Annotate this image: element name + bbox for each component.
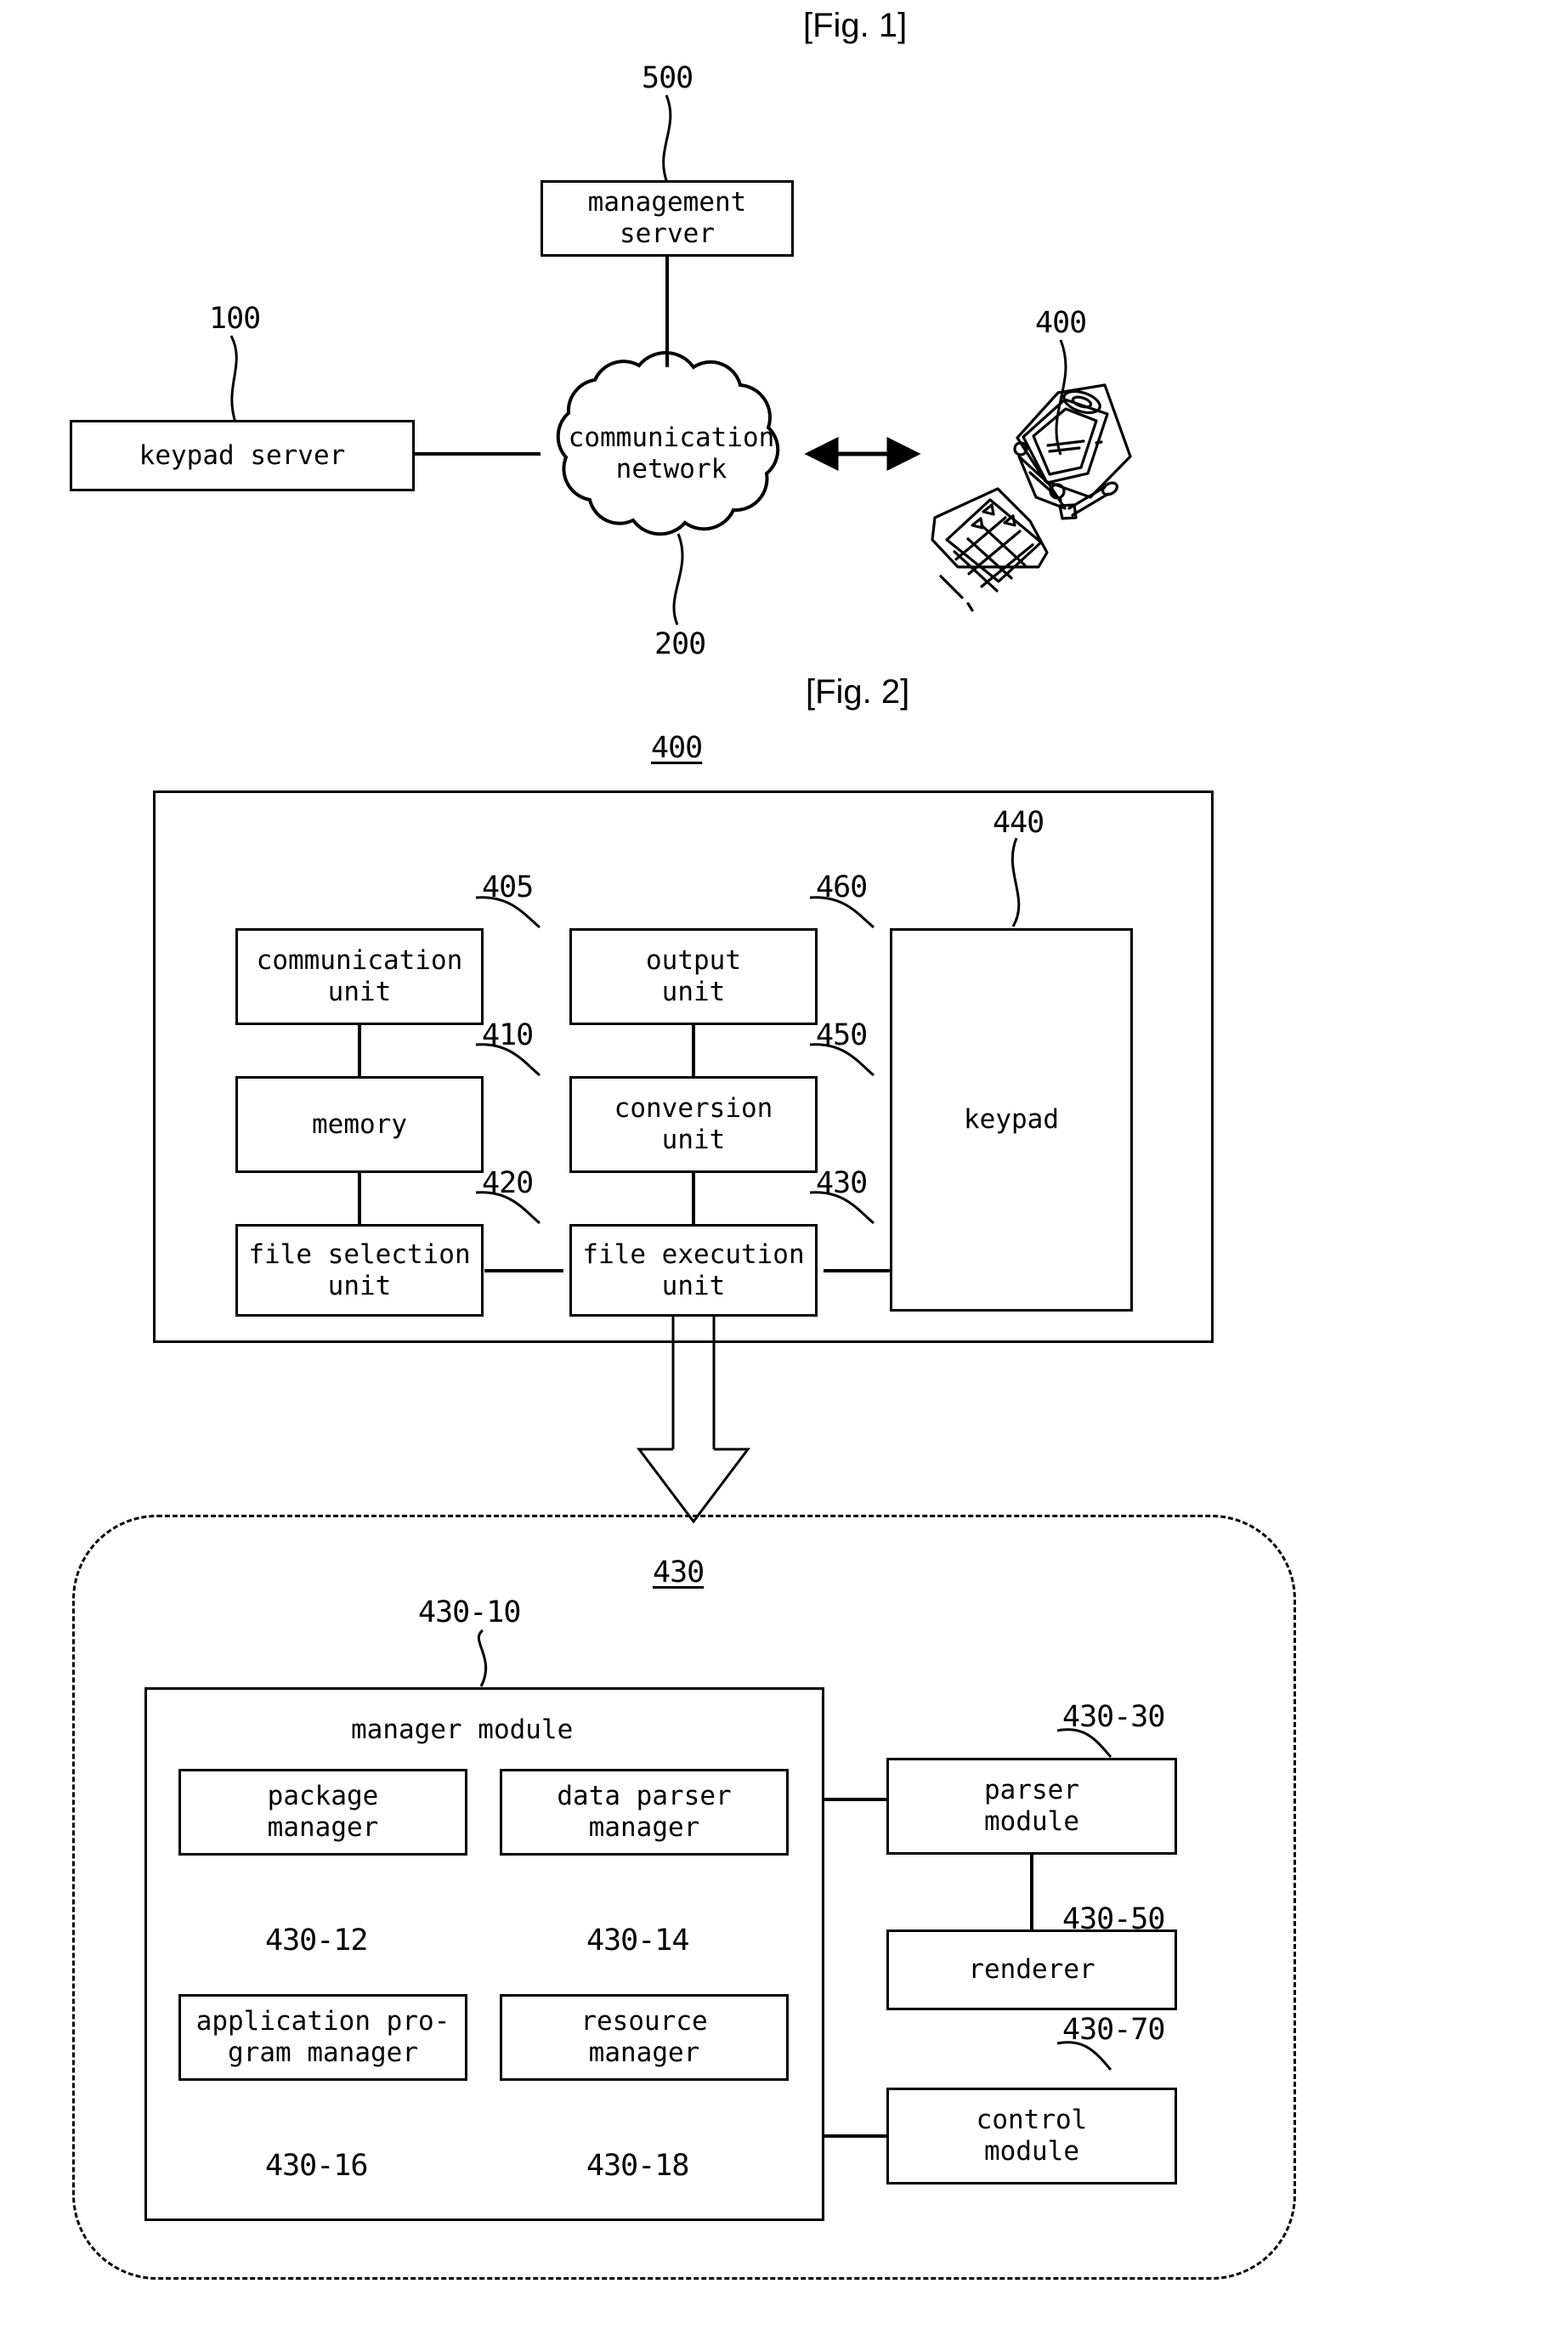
file-execution-unit-box[interactable]: file execution unit xyxy=(569,1224,818,1317)
management-server-label: management server xyxy=(587,187,747,249)
mobile-phone-illustration xyxy=(931,383,1132,612)
figure-1-title: [Fig. 1] xyxy=(803,7,908,44)
file-selection-unit-label: file selection unit xyxy=(248,1238,471,1301)
ref-430-70: 430-70 xyxy=(1062,2013,1165,2047)
application-program-manager-label: application pro- gram manager xyxy=(195,2006,450,2068)
ref-410: 410 xyxy=(482,1018,534,1052)
control-module-box[interactable]: control module xyxy=(886,2088,1177,2184)
parser-module-label: parser module xyxy=(984,1775,1079,1837)
ref-430-detail: 430 xyxy=(653,1556,705,1590)
resource-manager-label: resource manager xyxy=(580,2006,708,2068)
renderer-label: renderer xyxy=(968,1954,1095,1986)
output-unit-label: output unit xyxy=(646,945,741,1007)
file-execution-unit-label: file execution unit xyxy=(582,1238,805,1301)
package-manager-label: package manager xyxy=(267,1781,379,1843)
keypad-label: keypad xyxy=(964,1104,1059,1136)
ref-450: 450 xyxy=(816,1018,868,1052)
output-unit-box[interactable]: output unit xyxy=(569,928,818,1025)
patent-drawing-sheet: [Fig. 1] 500 100 400 200 management serv… xyxy=(0,0,1568,2346)
blockarrow-head xyxy=(636,1448,751,1524)
ref-430-unit: 430 xyxy=(816,1166,868,1200)
management-server-box[interactable]: management server xyxy=(541,180,794,257)
communication-network-label: communication network xyxy=(568,422,775,484)
ref-500: 500 xyxy=(642,61,693,95)
renderer-box[interactable]: renderer xyxy=(886,1930,1177,2010)
ref-430-14: 430-14 xyxy=(586,1924,689,1958)
data-parser-manager-box[interactable]: data parser manager xyxy=(500,1769,789,1856)
control-module-label: control module xyxy=(976,2105,1088,2167)
figure-2-title: [Fig. 2] xyxy=(806,673,910,711)
parser-module-box[interactable]: parser module xyxy=(886,1758,1177,1855)
ref-420: 420 xyxy=(482,1166,534,1200)
communication-network-label-wrap[interactable]: communication network xyxy=(548,413,795,495)
communication-unit-box[interactable]: communication unit xyxy=(235,928,484,1025)
ref-430-18: 430-18 xyxy=(586,2149,689,2183)
ref-405: 405 xyxy=(482,870,534,904)
memory-label: memory xyxy=(312,1108,407,1140)
ref-440: 440 xyxy=(993,806,1044,840)
ref-200: 200 xyxy=(654,627,706,661)
keypad-server-box[interactable]: keypad server xyxy=(70,420,415,491)
ref-430-30: 430-30 xyxy=(1062,1700,1165,1734)
conversion-unit-label: conversion unit xyxy=(614,1093,773,1155)
ref-400-fig1: 400 xyxy=(1035,306,1087,340)
arrow-network-phone xyxy=(804,436,921,472)
leader-100 xyxy=(229,335,238,426)
ref-400-fig2: 400 xyxy=(651,731,703,765)
keypad-box[interactable]: keypad xyxy=(890,928,1133,1312)
ref-430-12: 430-12 xyxy=(265,1924,368,1958)
data-parser-manager-label: data parser manager xyxy=(557,1781,732,1843)
resource-manager-box[interactable]: resource manager xyxy=(500,1994,789,2081)
file-selection-unit-box[interactable]: file selection unit xyxy=(235,1224,484,1317)
leader-500 xyxy=(662,94,672,184)
ref-430-16: 430-16 xyxy=(265,2149,368,2183)
package-manager-box[interactable]: package manager xyxy=(178,1769,467,1856)
application-program-manager-box[interactable]: application pro- gram manager xyxy=(178,1994,467,2081)
ref-430-50: 430-50 xyxy=(1062,1902,1165,1936)
ref-430-10: 430-10 xyxy=(418,1595,521,1629)
manager-module-label: manager module xyxy=(351,1714,574,1745)
leader-200 xyxy=(672,533,684,626)
ref-100: 100 xyxy=(209,302,261,336)
memory-box[interactable]: memory xyxy=(235,1076,484,1173)
conversion-unit-box[interactable]: conversion unit xyxy=(569,1076,818,1173)
ref-460: 460 xyxy=(816,870,868,904)
leader-400-fig1 xyxy=(1055,339,1067,456)
keypad-server-label: keypad server xyxy=(139,439,346,471)
manager-module-box[interactable] xyxy=(144,1687,824,2221)
communication-unit-label: communication unit xyxy=(256,945,463,1007)
